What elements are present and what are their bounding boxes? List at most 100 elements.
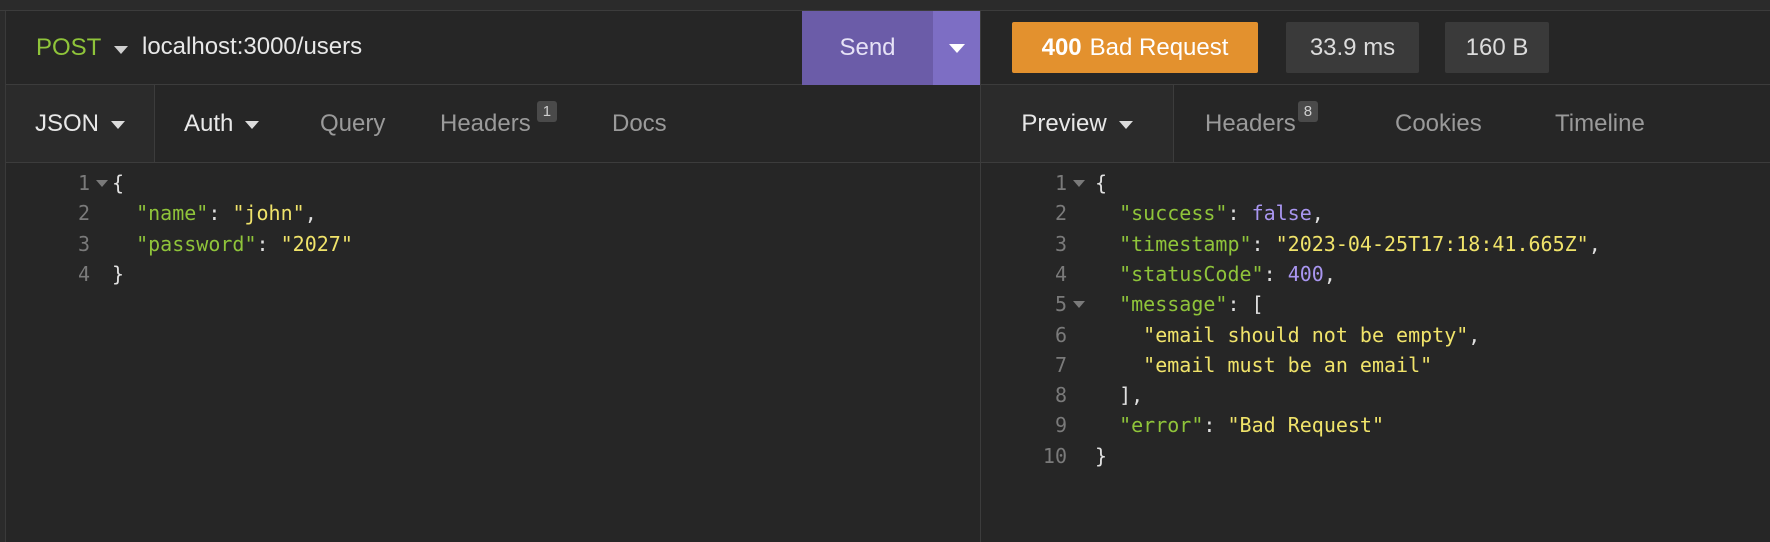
code-token: { xyxy=(1095,171,1108,195)
status-text: Bad Request xyxy=(1089,33,1229,61)
fold-toggle-icon[interactable] xyxy=(1073,301,1085,309)
code-token: { xyxy=(112,171,125,195)
code-text: "error": "Bad Request" xyxy=(1095,410,1384,440)
line-number: 8 xyxy=(1054,383,1067,408)
code-token: , xyxy=(1311,201,1324,226)
request-body-editor[interactable]: 1 {2 "name": "john", 3 "password": "2027" 4… xyxy=(36,168,936,508)
line-number: 10 xyxy=(1042,443,1067,468)
tab-headers[interactable]: Headers 1 xyxy=(440,85,558,162)
tab-label: Preview xyxy=(1021,109,1107,137)
code-token: "2023-04-25T17:18:41.665Z" xyxy=(1275,231,1589,256)
line-number: 4 xyxy=(77,261,90,286)
code-text: { xyxy=(112,168,124,198)
fold-toggle-icon[interactable] xyxy=(96,180,108,187)
line-number: 9 xyxy=(1054,413,1067,438)
code-text: "password": "2027" xyxy=(112,229,353,259)
code-text: "timestamp": "2023-04-25T17:18:41.665Z", xyxy=(1095,229,1601,259)
tab-label: Query xyxy=(320,109,386,137)
code-text: } xyxy=(112,259,124,289)
tab-label: Auth xyxy=(184,109,234,137)
response-meta-bar: 400 Bad Request 33.9 ms 160 B xyxy=(981,11,1770,85)
code-token: : xyxy=(1227,201,1252,226)
line-number: 6 xyxy=(1054,322,1067,347)
tab-auth[interactable]: Auth xyxy=(184,85,260,162)
response-body-viewer[interactable]: 1 {2 "success": false, 3 "timestamp": "202… xyxy=(981,168,1761,508)
code-token: "email should not be empty" xyxy=(1143,322,1469,347)
request-tabs: JSON Auth Query Headers 1 Docs xyxy=(6,85,980,163)
line-number: 5 xyxy=(1054,292,1067,317)
chevron-down-icon[interactable] xyxy=(114,46,128,54)
tab-docs[interactable]: Docs xyxy=(612,85,667,162)
tab-label: Headers xyxy=(1205,109,1296,137)
line-number: 3 xyxy=(1054,231,1067,256)
code-token: "name" xyxy=(136,201,209,226)
chevron-down-icon xyxy=(1118,120,1133,129)
send-options-button[interactable] xyxy=(933,11,980,85)
code-token: "timestamp" xyxy=(1119,231,1252,256)
chevron-down-icon xyxy=(111,120,125,129)
tab-label: Cookies xyxy=(1395,109,1482,137)
http-method-select[interactable]: POST xyxy=(36,34,101,62)
send-button[interactable]: Send xyxy=(802,11,933,85)
line-number: 2 xyxy=(1054,201,1067,226)
code-token: , xyxy=(1323,261,1336,286)
code-text: } xyxy=(1095,441,1107,471)
code-text: "email must be an email" xyxy=(1095,350,1432,380)
code-token: 400 xyxy=(1287,261,1324,286)
code-token: : [ xyxy=(1227,292,1264,317)
tab-cookies[interactable]: Cookies xyxy=(1395,85,1482,162)
code-token: "password" xyxy=(136,231,257,256)
tab-json[interactable]: JSON xyxy=(6,85,155,162)
code-token: , xyxy=(304,201,317,226)
code-text: { xyxy=(1095,168,1107,198)
code-token: , xyxy=(1588,231,1601,256)
code-token: "john" xyxy=(232,201,305,226)
code-token: false xyxy=(1251,201,1312,226)
code-token: } xyxy=(112,261,125,286)
tab-label: JSON xyxy=(34,109,99,137)
url-input[interactable] xyxy=(142,29,782,65)
line-number: 1 xyxy=(77,171,90,195)
tab-query[interactable]: Query xyxy=(320,85,385,162)
code-token: "email must be an email" xyxy=(1143,352,1433,377)
tab-preview[interactable]: Preview xyxy=(981,85,1174,162)
code-token: : xyxy=(1251,231,1276,256)
response-time: 33.9 ms xyxy=(1286,22,1419,73)
code-token: "message" xyxy=(1119,292,1228,317)
window-top-edge xyxy=(0,0,1770,11)
tab-label: Headers xyxy=(440,109,531,137)
code-text: "name": "john", xyxy=(112,198,317,228)
code-text: "email should not be empty", xyxy=(1095,320,1480,350)
code-token: , xyxy=(1468,322,1481,347)
url-bar: POST Send xyxy=(6,11,980,85)
code-token: "statusCode" xyxy=(1119,261,1264,286)
tab-timeline[interactable]: Timeline xyxy=(1555,85,1645,162)
tab-label: Docs xyxy=(612,109,667,137)
code-token: : xyxy=(1263,261,1288,286)
tab-response-headers[interactable]: Headers 8 xyxy=(1205,85,1319,162)
fold-toggle-icon[interactable] xyxy=(1073,180,1085,187)
code-text: ], xyxy=(1095,380,1143,410)
headers-count-badge: 1 xyxy=(536,101,558,122)
response-tabs: Preview Headers 8 Cookies Timeline xyxy=(981,85,1770,163)
code-token: ], xyxy=(1095,383,1144,408)
chevron-down-icon xyxy=(948,43,965,53)
code-token: : xyxy=(208,201,233,226)
code-token: } xyxy=(1095,443,1108,468)
code-token: "success" xyxy=(1119,201,1228,226)
line-number: 4 xyxy=(1054,261,1067,286)
line-number: 3 xyxy=(77,231,90,256)
code-text: "statusCode": 400, xyxy=(1095,259,1336,289)
code-token: : xyxy=(256,231,281,256)
line-number: 1 xyxy=(1054,171,1067,195)
code-text: "message": [ xyxy=(1095,289,1264,319)
request-pane: POST Send JSON Auth Query Headers1 Docs … xyxy=(6,11,980,542)
headers-count-badge: 8 xyxy=(1297,101,1319,122)
